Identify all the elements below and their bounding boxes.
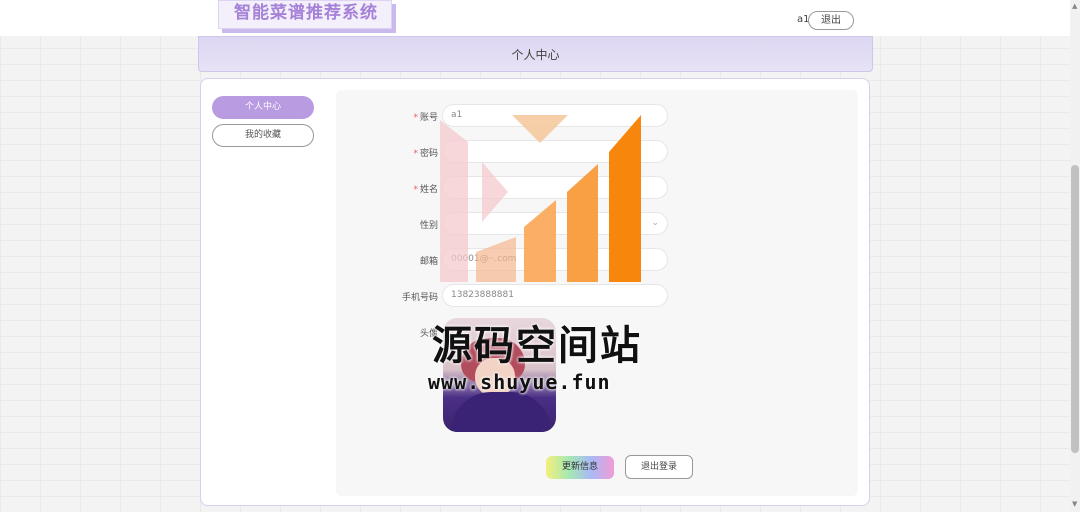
page-title: 个人中心 <box>511 48 560 62</box>
password-label: * 密码 <box>413 149 438 159</box>
name-label: * 姓名 <box>413 185 438 195</box>
watermark-logo-icon <box>440 115 641 282</box>
watermark-text: 源码空间站 <box>432 323 642 369</box>
top-bar <box>0 0 1070 36</box>
update-info-button[interactable]: 更新信息 <box>546 456 614 479</box>
chevron-down-icon: ⌄ <box>651 218 659 228</box>
scroll-down-icon[interactable]: ▼ <box>1072 500 1077 508</box>
sidebar-item-profile[interactable]: 个人中心 <box>212 96 314 119</box>
site-logo[interactable]: 智能菜谱推荐系统 <box>234 2 378 24</box>
avatar-body <box>451 392 551 432</box>
account-label: * 账号 <box>413 113 438 123</box>
scroll-up-icon[interactable]: ▲ <box>1072 2 1077 10</box>
gender-label: 性别 <box>419 221 438 231</box>
phone-field[interactable]: 13823888881 <box>442 284 668 307</box>
sidebar-item-favorites[interactable]: 我的收藏 <box>212 124 314 147</box>
scrollbar-thumb[interactable] <box>1071 165 1079 453</box>
avatar-label: 头像 <box>419 329 438 339</box>
logout-account-button[interactable]: 退出登录 <box>625 455 693 479</box>
logout-button[interactable]: 退出 <box>808 11 854 30</box>
page-banner: 个人中心 <box>198 36 873 72</box>
phone-label: 手机号码 <box>401 293 438 303</box>
watermark-url: www.shuyue.fun <box>428 370 611 394</box>
email-label: 邮箱 <box>419 257 438 267</box>
